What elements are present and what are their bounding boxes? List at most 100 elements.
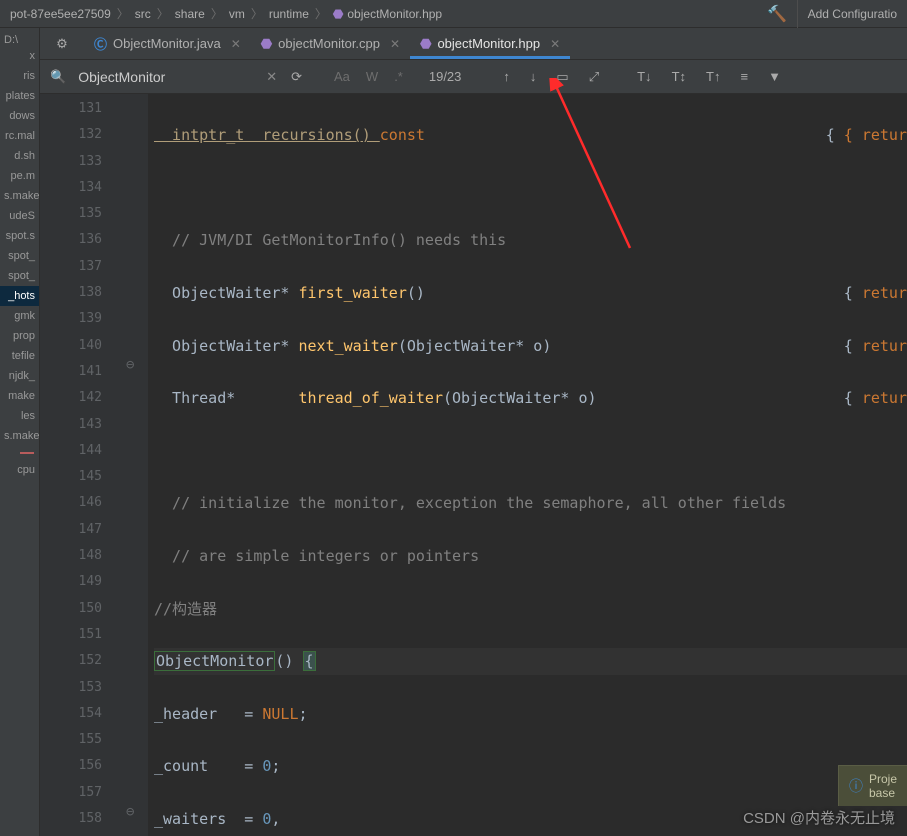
gutter-marks: ⊖ ⊖	[122, 94, 148, 836]
proj-item[interactable]: d.sh	[0, 146, 39, 166]
line-number: 146	[40, 490, 102, 516]
code-text: intptr_t recursions()	[154, 126, 380, 144]
code-text	[154, 438, 907, 464]
proj-item[interactable]: tefile	[0, 346, 39, 366]
crumb-share[interactable]: share	[171, 7, 209, 21]
line-gutter: 131 132 133 134 135 136 137 138 139 140 …	[40, 94, 122, 836]
code-text: (ObjectWaiter* o)	[398, 337, 552, 355]
code-text: first_waiter	[299, 284, 407, 302]
code-text: _count =	[154, 757, 262, 775]
search-input[interactable]	[78, 69, 258, 85]
crumb-src[interactable]: src	[131, 7, 155, 21]
crumb-root[interactable]: pot-87ee5ee27509	[6, 7, 115, 21]
proj-item[interactable]: spot_	[0, 266, 39, 286]
cpp-file-icon: ⬣	[261, 36, 272, 52]
line-number: 153	[40, 675, 102, 701]
editor-tabs: ⚙ Ⓒ ObjectMonitor.java ✕ ⬣ objectMonitor…	[40, 28, 907, 60]
proj-item[interactable]: njdk_	[0, 366, 39, 386]
project-drive: D:\	[0, 34, 39, 46]
project-tree[interactable]: D:\ x ris plates dows rc.mal d.sh pe.m s…	[0, 28, 40, 836]
proj-item[interactable]: ris	[0, 66, 39, 86]
proj-item[interactable]: _hots	[0, 286, 39, 306]
line-number: 148	[40, 543, 102, 569]
proj-item[interactable]: udeS	[0, 206, 39, 226]
code-text: ;	[271, 757, 280, 775]
code-text: ()	[407, 284, 425, 302]
tab-objectmonitor-java[interactable]: Ⓒ ObjectMonitor.java ✕	[84, 28, 251, 59]
cpp-header-icon: ⬣	[333, 7, 343, 21]
settings-icon[interactable]: ≡	[734, 69, 754, 84]
line-number: 149	[40, 569, 102, 595]
add-configuration-button[interactable]: Add Configuratio	[797, 0, 907, 28]
proj-item[interactable]: spot_	[0, 246, 39, 266]
build-icon[interactable]: 🔨	[767, 4, 787, 24]
line-number: 134	[40, 175, 102, 201]
proj-item[interactable]: spot.s	[0, 226, 39, 246]
proj-item[interactable]: plates	[0, 86, 39, 106]
find-bar: 🔍 ✕ ⟳ Aa W .* 19/23 ↑ ↓ ▭ ⤢ T↓ T↕ T↑ ≡ ▼	[40, 60, 907, 94]
tip-line2: base	[869, 786, 895, 800]
code-text: { { retur	[826, 122, 907, 148]
fold-icon[interactable]: ⊖	[126, 357, 134, 373]
close-icon[interactable]: ✕	[231, 37, 241, 51]
regex-toggle[interactable]: .*	[390, 69, 407, 84]
clear-search-icon[interactable]: ✕	[266, 69, 277, 85]
code-area[interactable]: intptr_t recursions() const{ { retur // …	[148, 94, 907, 836]
whole-word-toggle[interactable]: W	[362, 69, 382, 84]
chevron-right-icon: 〉	[157, 5, 169, 22]
cpp-header-icon: ⬣	[420, 36, 431, 52]
filter-icon[interactable]: ▼	[762, 69, 787, 84]
separator	[20, 452, 34, 454]
history-icon[interactable]: ⟳	[285, 69, 308, 85]
line-number: 142	[40, 385, 102, 411]
match-case-toggle[interactable]: Aa	[330, 69, 354, 84]
line-number: 159	[40, 832, 102, 836]
proj-item[interactable]: s.make	[0, 426, 39, 446]
code-text: next_waiter	[299, 337, 398, 355]
line-number: 135	[40, 201, 102, 227]
notification-panel[interactable]: ⓘ Proje base	[838, 765, 907, 806]
proj-item[interactable]: les	[0, 406, 39, 426]
line-number: 147	[40, 517, 102, 543]
fold-icon[interactable]: ⊖	[126, 804, 134, 820]
proj-item[interactable]: prop	[0, 326, 39, 346]
filter-t-icon[interactable]: T↓	[631, 69, 657, 84]
editor-body[interactable]: 131 132 133 134 135 136 137 138 139 140 …	[40, 94, 907, 836]
gear-icon[interactable]: ⚙	[40, 36, 84, 52]
select-all-icon[interactable]: ▭	[550, 69, 574, 85]
tab-label: objectMonitor.cpp	[278, 36, 380, 51]
crumb-vm[interactable]: vm	[225, 7, 249, 21]
crumb-runtime[interactable]: runtime	[265, 7, 313, 21]
crumb-file[interactable]: ⬣ objectMonitor.hpp	[329, 7, 446, 21]
line-number: 151	[40, 622, 102, 648]
match-count: 19/23	[429, 69, 462, 84]
code-text: { retur	[844, 385, 907, 411]
code-text: _waiters =	[154, 810, 262, 828]
proj-item[interactable]: make	[0, 386, 39, 406]
code-comment: // are simple integers or pointers	[154, 543, 907, 569]
filter-t-icon[interactable]: T↕	[666, 69, 692, 84]
line-number: 141	[40, 359, 102, 385]
close-icon[interactable]: ✕	[390, 37, 400, 51]
proj-item[interactable]: rc.mal	[0, 126, 39, 146]
line-number: 155	[40, 727, 102, 753]
code-text: ;	[299, 705, 308, 723]
proj-item[interactable]: dows	[0, 106, 39, 126]
open-in-window-icon[interactable]: ⤢	[583, 69, 605, 85]
filter-t-icon[interactable]: T↑	[700, 69, 726, 84]
code-text: (ObjectWaiter* o)	[443, 389, 597, 407]
prev-match-icon[interactable]: ↑	[497, 69, 516, 84]
tab-objectmonitor-hpp[interactable]: ⬣ objectMonitor.hpp ✕	[410, 28, 570, 59]
line-number: 154	[40, 701, 102, 727]
proj-item[interactable]: gmk	[0, 306, 39, 326]
line-number: 133	[40, 149, 102, 175]
close-icon[interactable]: ✕	[550, 37, 560, 51]
line-number: 136	[40, 227, 102, 253]
next-match-icon[interactable]: ↓	[524, 69, 543, 84]
proj-item[interactable]: x	[0, 46, 39, 66]
proj-item[interactable]: pe.m	[0, 166, 39, 186]
watermark: CSDN @内卷永无止境	[743, 807, 895, 828]
proj-item[interactable]: s.make	[0, 186, 39, 206]
tab-objectmonitor-cpp[interactable]: ⬣ objectMonitor.cpp ✕	[251, 28, 410, 59]
proj-item[interactable]: cpu	[0, 460, 39, 480]
